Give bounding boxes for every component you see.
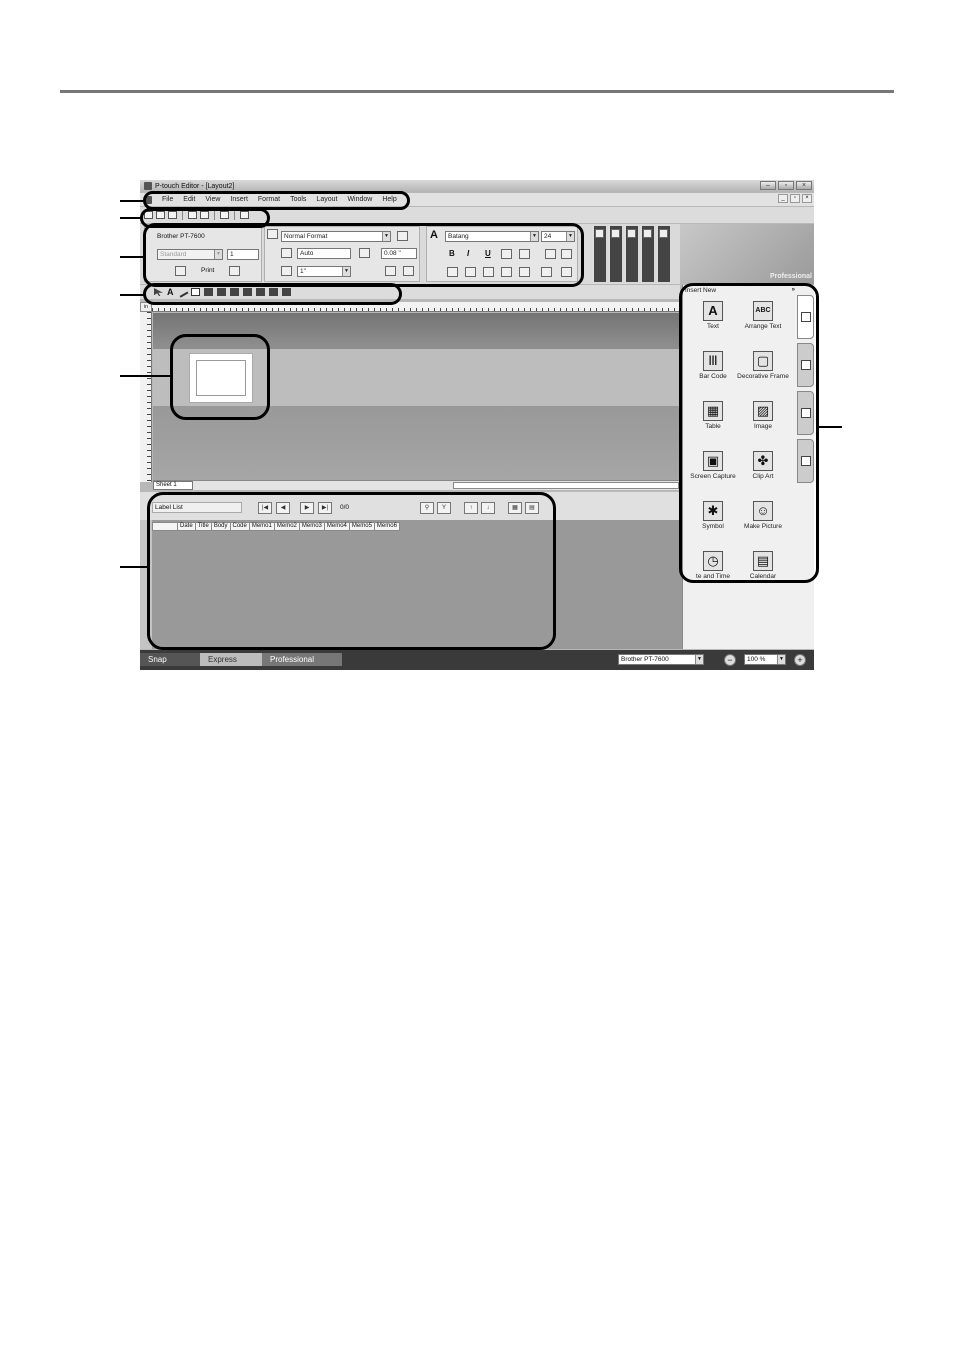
property-tab-5[interactable]: [656, 226, 670, 282]
professional-banner: Professional: [680, 224, 814, 284]
banner-text: Professional: [769, 273, 812, 280]
printer-select[interactable]: Brother PT-7600 ▼: [618, 654, 704, 665]
horizontal-scrollbar[interactable]: [453, 482, 679, 489]
leader-line: [818, 426, 842, 428]
sheet-bar: Sheet 1: [153, 480, 682, 490]
tab-icon: [643, 229, 652, 238]
property-tab-4[interactable]: [640, 226, 654, 282]
tab-icon: [595, 229, 604, 238]
callout-label-list: [147, 492, 556, 650]
property-tab-3[interactable]: [624, 226, 638, 282]
property-tabs: [592, 224, 672, 284]
printer-select-value: Brother PT-7600: [621, 656, 669, 663]
app-icon: [144, 182, 152, 190]
leader-line: [120, 200, 144, 202]
zoom-out-icon[interactable]: −: [724, 654, 736, 666]
page-top-rule: [60, 90, 894, 93]
callout-layout-window: [170, 334, 270, 420]
chevron-down-icon: ▼: [695, 655, 703, 664]
callout-property-dock: [143, 223, 584, 287]
leader-line: [120, 294, 144, 296]
property-tab-2[interactable]: [608, 226, 622, 282]
tab-icon: [611, 229, 620, 238]
snap-mode-button[interactable]: Snap: [140, 653, 200, 666]
doc-close-button[interactable]: ×: [802, 194, 812, 203]
tab-icon: [627, 229, 636, 238]
express-mode-tab[interactable]: Express: [200, 653, 262, 666]
zoom-in-icon[interactable]: +: [794, 654, 806, 666]
tab-icon: [659, 229, 668, 238]
maximize-button[interactable]: ▫: [778, 181, 794, 190]
zoom-select[interactable]: 100 % ▼: [744, 654, 786, 665]
vertical-ruler: [140, 312, 152, 482]
leader-line: [120, 256, 144, 258]
sheet-tab[interactable]: Sheet 1: [153, 481, 193, 490]
status-bar: Snap Express Professional Brother PT-760…: [140, 650, 814, 670]
leader-line: [120, 217, 142, 219]
close-button[interactable]: ×: [796, 181, 812, 190]
doc-restore-button[interactable]: ▫: [790, 194, 800, 203]
professional-mode-tab[interactable]: Professional: [262, 653, 342, 666]
leader-line: [120, 566, 148, 568]
zoom-value: 100 %: [747, 656, 766, 663]
window-title: P-touch Editor - [Layout2]: [155, 182, 235, 190]
leader-line: [120, 375, 172, 377]
minimize-button[interactable]: –: [760, 181, 776, 190]
callout-sidebar: [679, 283, 819, 583]
chevron-down-icon: ▼: [777, 655, 785, 664]
callout-draw-toolbar: [143, 283, 402, 305]
doc-minimize-button[interactable]: _: [778, 194, 788, 203]
property-tab-1[interactable]: [592, 226, 606, 282]
